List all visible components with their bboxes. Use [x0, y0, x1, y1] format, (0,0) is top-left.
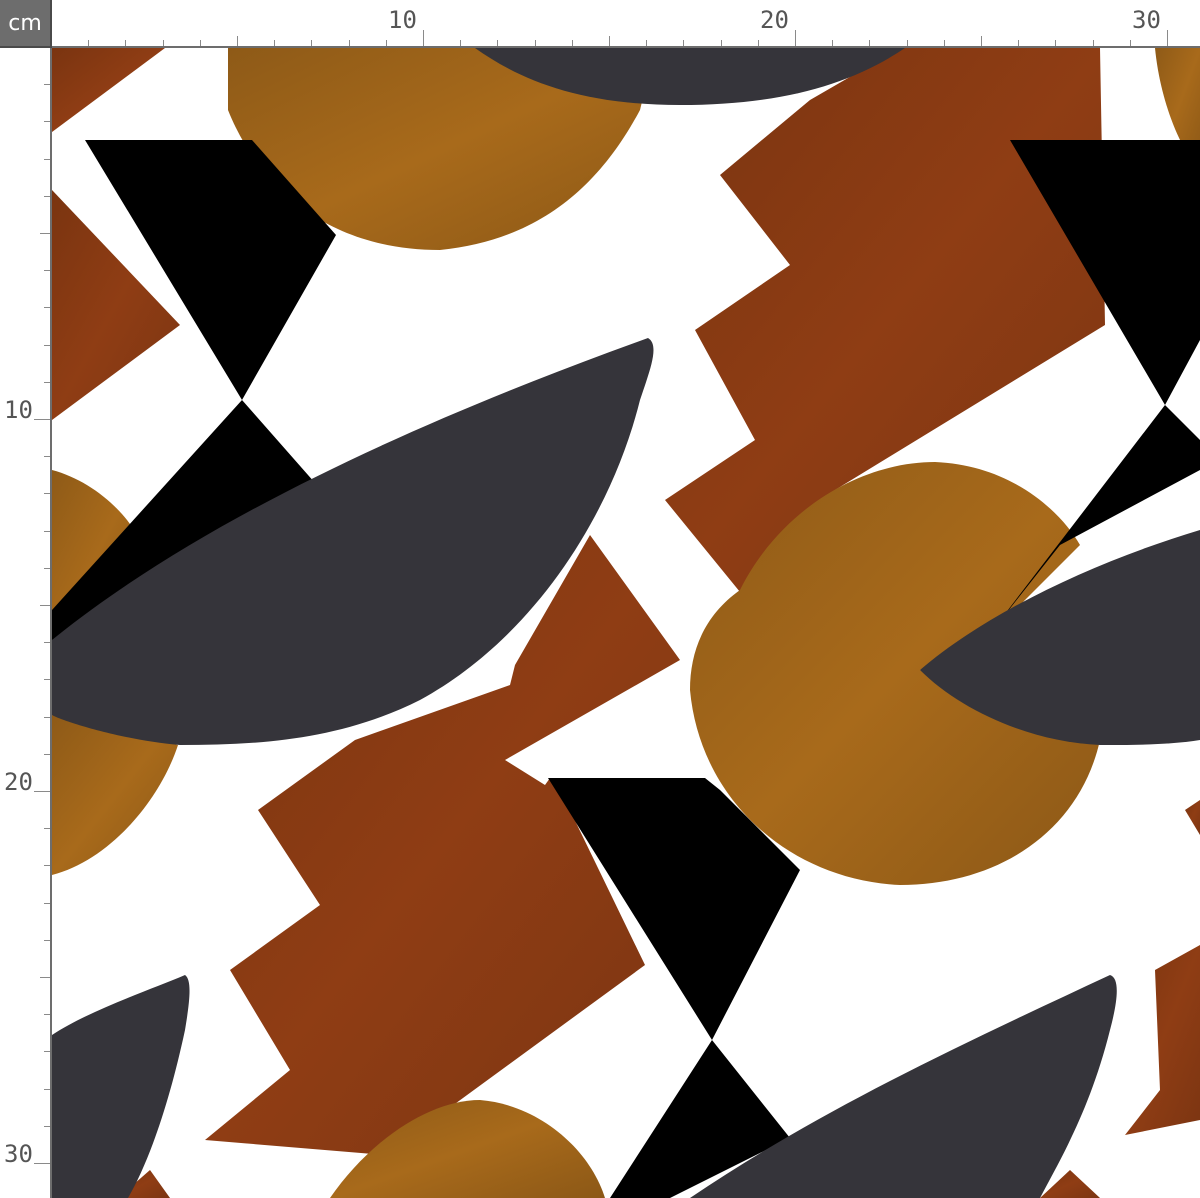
rust-block-bottom-right — [1125, 945, 1200, 1135]
top-ruler-tick — [832, 40, 834, 46]
left-ruler-tick — [44, 1125, 50, 1127]
top-ruler-tick — [237, 36, 238, 46]
vertical-ruler: 10 20 30 — [0, 48, 52, 1198]
top-ruler-tick — [348, 40, 350, 46]
top-ruler-tick — [646, 40, 648, 46]
top-ruler-tick — [1092, 40, 1094, 46]
fabric-swatch — [52, 48, 1200, 1198]
left-ruler-tick — [44, 679, 50, 681]
left-ruler-tick — [44, 753, 50, 755]
left-ruler-tick — [44, 567, 50, 569]
left-ruler-tick — [44, 270, 50, 272]
left-ruler-tick — [44, 121, 50, 123]
left-ruler-label-30: 30 — [4, 1140, 33, 1168]
left-ruler-tick — [44, 456, 50, 458]
left-ruler-tick — [34, 1163, 50, 1164]
top-ruler-tick — [757, 40, 759, 46]
top-ruler-tick — [1018, 40, 1020, 46]
left-ruler-tick — [44, 1051, 50, 1053]
left-ruler-tick — [44, 865, 50, 867]
left-ruler-tick — [34, 791, 50, 792]
top-ruler-tick — [1055, 40, 1057, 46]
left-ruler-tick — [44, 1014, 50, 1016]
top-ruler-label-10: 10 — [388, 6, 417, 34]
top-ruler-tick — [869, 40, 871, 46]
top-ruler-label-20: 20 — [760, 6, 789, 34]
top-ruler-tick — [199, 40, 201, 46]
pattern-canvas — [52, 48, 1200, 1198]
left-ruler-tick — [44, 195, 50, 197]
top-ruler-tick — [795, 30, 796, 46]
left-ruler-label-10: 10 — [4, 396, 33, 424]
left-ruler-tick — [34, 419, 50, 420]
top-ruler-tick — [534, 40, 536, 46]
top-ruler-tick — [125, 40, 127, 46]
top-ruler-tick — [906, 40, 908, 46]
top-ruler-tick — [981, 36, 982, 46]
top-ruler-tick — [460, 40, 462, 46]
left-ruler-tick — [44, 642, 50, 644]
left-ruler-tick — [44, 493, 50, 495]
rust-block-top-left — [52, 48, 165, 132]
moon-bottom-center — [690, 975, 1117, 1198]
horizontal-ruler: 10 20 30 — [52, 0, 1200, 48]
top-ruler-tick — [311, 40, 313, 46]
top-ruler-tick — [683, 40, 685, 46]
top-ruler-tick — [943, 40, 945, 46]
unit-label: cm — [8, 10, 42, 36]
top-ruler-tick — [1129, 40, 1131, 46]
left-ruler-tick — [40, 233, 50, 234]
top-ruler-label-30: 30 — [1132, 6, 1161, 34]
rust-block-right-edge — [1185, 800, 1200, 835]
left-ruler-tick — [44, 344, 50, 346]
ruler-unit-badge: cm — [0, 0, 52, 48]
top-ruler-tick — [423, 30, 424, 46]
left-ruler-tick — [44, 381, 50, 383]
left-ruler-tick — [40, 977, 50, 978]
top-ruler-tick — [162, 40, 164, 46]
left-ruler-tick — [44, 530, 50, 532]
left-ruler-tick — [40, 605, 50, 606]
top-ruler-tick — [609, 36, 610, 46]
left-ruler-tick — [44, 902, 50, 904]
left-ruler-tick — [44, 1088, 50, 1090]
top-ruler-tick — [720, 40, 722, 46]
top-ruler-tick — [497, 40, 499, 46]
left-ruler-tick — [44, 84, 50, 86]
top-ruler-tick — [571, 40, 573, 46]
top-ruler-tick — [385, 40, 387, 46]
left-ruler-label-20: 20 — [4, 768, 33, 796]
left-ruler-tick — [44, 828, 50, 830]
left-ruler-tick — [44, 307, 50, 309]
top-ruler-tick — [88, 40, 90, 46]
left-ruler-tick — [44, 716, 50, 718]
left-ruler-tick — [44, 158, 50, 160]
left-ruler-tick — [44, 939, 50, 941]
top-ruler-tick — [1167, 30, 1168, 46]
top-ruler-tick — [274, 40, 276, 46]
moon-bottom-left — [52, 975, 190, 1198]
